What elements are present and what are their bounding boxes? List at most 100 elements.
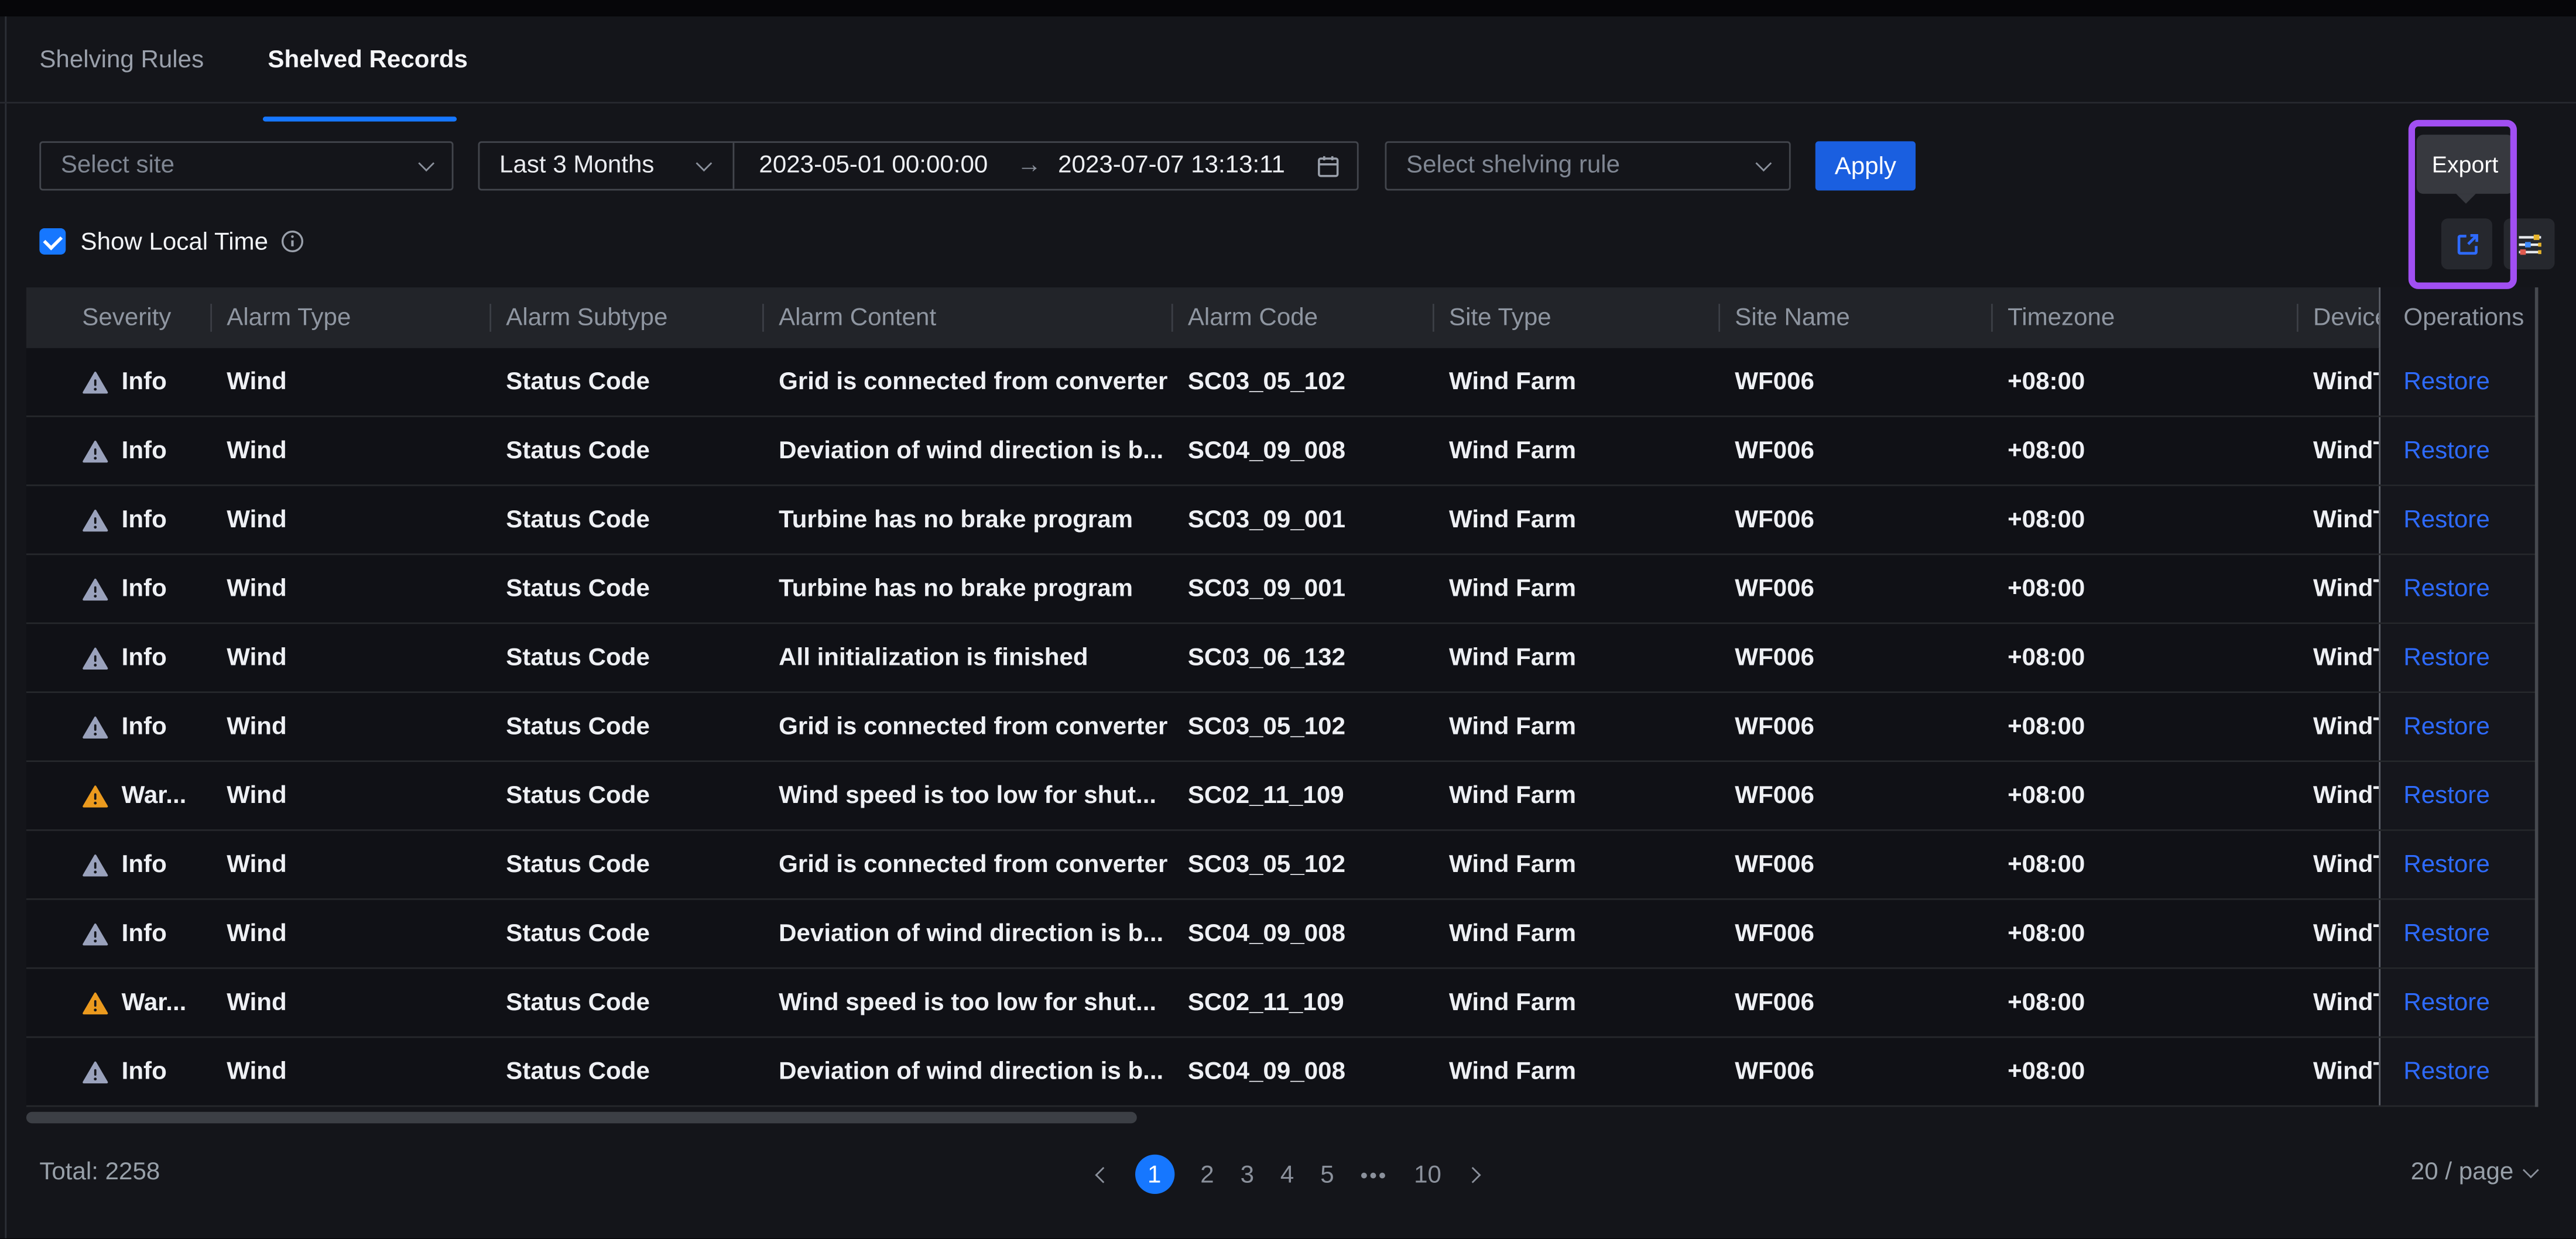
restore-link[interactable]: Restore (2403, 989, 2489, 1017)
restore-link[interactable]: Restore (2403, 368, 2489, 396)
page-button[interactable]: 4 (1280, 1161, 1294, 1189)
cell-alarm-subtype: Status Code (506, 850, 650, 879)
cell-severity: Info (26, 693, 210, 760)
next-page-icon[interactable] (1465, 1166, 1482, 1183)
cell-alarm-content: Turbine has no brake program (779, 575, 1133, 603)
cell-device: WindTu (2313, 712, 2379, 741)
info-icon[interactable] (280, 228, 306, 255)
cell-severity: Info (26, 1038, 210, 1105)
cell-timezone: +08:00 (2008, 919, 2085, 948)
page-button[interactable]: 2 (1200, 1161, 1214, 1189)
page-button[interactable]: 5 (1320, 1161, 1334, 1189)
cell-alarm-content: Grid is connected from converter (779, 368, 1168, 396)
cell-severity: Info (26, 900, 210, 967)
cell-alarm-content: Wind speed is too low for shut... (779, 989, 1157, 1017)
cell-operations: Restore (2379, 486, 2539, 554)
chevron-down-icon (1755, 155, 1772, 172)
cell-alarm-subtype: Status Code (506, 437, 650, 465)
pagination-ellipsis[interactable]: ••• (1361, 1162, 1388, 1186)
table-row: War... Wind Status Code Wind speed is too l… (26, 969, 2539, 1038)
restore-link[interactable]: Restore (2403, 506, 2489, 534)
restore-link[interactable]: Restore (2403, 919, 2489, 948)
table-row: Info Wind Status Code All initialization is… (26, 624, 2539, 694)
chevron-down-icon (418, 155, 435, 172)
restore-link[interactable]: Restore (2403, 644, 2489, 672)
tab-shelved-records[interactable]: Shelved Records (268, 16, 468, 104)
cell-timezone: +08:00 (2008, 368, 2085, 396)
cell-alarm-content: Grid is connected from converter (779, 850, 1168, 879)
site-select-placeholder: Select site (60, 151, 175, 179)
table-body: Info Wind Status Code Grid is connected fro… (26, 348, 2539, 1107)
table-row: Info Wind Status Code Grid is connected fro… (26, 830, 2539, 900)
cell-alarm-content: Turbine has no brake program (779, 506, 1133, 534)
cell-timezone: +08:00 (2008, 781, 2085, 810)
date-range-picker[interactable]: Last 3 Months 2023-05-01 00:00:00 → 2023… (478, 141, 1359, 191)
severity-label: Info (121, 919, 167, 947)
shelving-rule-select[interactable]: Select shelving rule (1385, 141, 1791, 191)
column-header-timezone: Timezone (1991, 287, 2297, 348)
show-local-time-checkbox[interactable] (39, 228, 66, 255)
warning-severity-icon (82, 782, 108, 809)
show-local-time-label: Show Local Time (80, 227, 269, 256)
cell-alarm-content: Wind speed is too low for shut... (779, 781, 1157, 810)
cell-alarm-subtype: Status Code (506, 781, 650, 810)
column-header-operations: Operations (2379, 287, 2539, 348)
start-datetime[interactable]: 2023-05-01 00:00:00 (759, 143, 988, 189)
cell-alarm-type: Wind (227, 850, 287, 879)
cell-alarm-type: Wind (227, 1058, 287, 1086)
cell-site-name: WF006 (1735, 506, 1814, 534)
sliders-icon (2515, 229, 2544, 259)
restore-link[interactable]: Restore (2403, 713, 2489, 741)
cell-device: WindTu (2313, 368, 2379, 396)
cell-alarm-code: SC02_11_109 (1187, 989, 1344, 1017)
severity-label: Info (121, 850, 167, 878)
page-button[interactable]: 3 (1241, 1161, 1254, 1189)
cell-site-type: Wind Farm (1448, 989, 1577, 1017)
cell-alarm-code: SC03_09_001 (1187, 506, 1345, 534)
column-header-alarm-code: Alarm Code (1171, 287, 1433, 348)
cell-alarm-content: All initialization is finished (779, 643, 1088, 672)
range-preset-value[interactable]: Last 3 Months (499, 143, 654, 189)
apply-button[interactable]: Apply (1815, 141, 1916, 191)
end-datetime[interactable]: 2023-07-07 13:13:11 (1058, 143, 1285, 189)
severity-label: Info (121, 712, 167, 740)
restore-link[interactable]: Restore (2403, 575, 2489, 603)
cell-operations: Restore (2379, 900, 2539, 967)
page-button-active[interactable]: 1 (1135, 1154, 1174, 1195)
restore-link[interactable]: Restore (2403, 782, 2489, 810)
cell-site-name: WF006 (1735, 712, 1814, 741)
cell-operations: Restore (2379, 348, 2539, 416)
cell-alarm-subtype: Status Code (506, 643, 650, 672)
restore-link[interactable]: Restore (2403, 1058, 2489, 1086)
cell-operations: Restore (2379, 1038, 2539, 1106)
cell-alarm-code: SC04_09_008 (1187, 919, 1345, 948)
restore-link[interactable]: Restore (2403, 437, 2489, 465)
page-size-select[interactable]: 20 / page (2411, 1158, 2539, 1186)
cell-alarm-content: Grid is connected from converter (779, 712, 1168, 741)
cell-alarm-code: SC03_09_001 (1187, 575, 1345, 603)
export-button[interactable] (2441, 218, 2492, 270)
cell-severity: Info (26, 555, 210, 622)
cell-timezone: +08:00 (2008, 850, 2085, 879)
tab-shelving-rules[interactable]: Shelving Rules (39, 16, 204, 104)
vertical-scrollbar[interactable] (2534, 287, 2539, 1107)
cell-site-name: WF006 (1735, 850, 1814, 879)
cell-site-name: WF006 (1735, 919, 1814, 948)
page: Shelving Rules Shelved Records Select si… (0, 0, 2576, 1239)
horizontal-scrollbar-thumb[interactable] (26, 1111, 1137, 1124)
pagination: 1 2345 ••• 10 (0, 1151, 2576, 1197)
site-select[interactable]: Select site (39, 141, 454, 191)
severity-label: Info (121, 643, 167, 671)
cell-site-type: Wind Farm (1448, 575, 1577, 603)
prev-page-icon[interactable] (1094, 1166, 1111, 1183)
cell-operations: Restore (2379, 555, 2539, 623)
cell-timezone: +08:00 (2008, 989, 2085, 1017)
cell-alarm-type: Wind (227, 643, 287, 672)
cell-site-name: WF006 (1735, 781, 1814, 810)
cell-severity: War... (26, 762, 210, 829)
column-settings-button[interactable] (2503, 218, 2555, 270)
page-button-last[interactable]: 10 (1414, 1161, 1441, 1189)
restore-link[interactable]: Restore (2403, 851, 2489, 879)
cell-timezone: +08:00 (2008, 575, 2085, 603)
chevron-down-icon (2522, 1161, 2539, 1178)
